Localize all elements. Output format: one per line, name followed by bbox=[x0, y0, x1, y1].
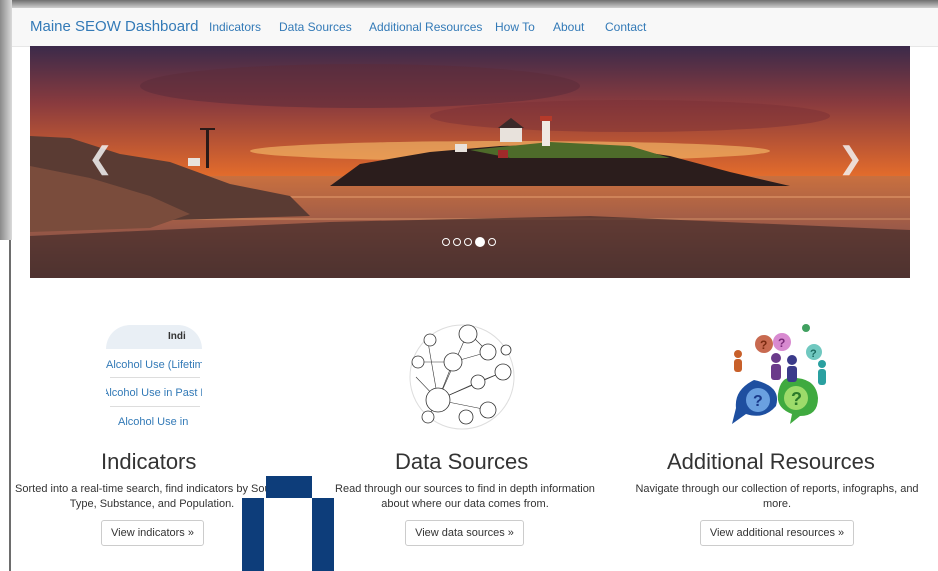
indicators-thumbnail: Indi Alcohol Use (Lifetim Alcohol Use in… bbox=[106, 325, 202, 430]
svg-text:?: ? bbox=[810, 348, 817, 360]
svg-text:?: ? bbox=[778, 336, 785, 350]
window-shadow-top bbox=[0, 0, 938, 8]
nav-link-how-to[interactable]: How To bbox=[495, 20, 535, 34]
view-data-sources-button[interactable]: View data sources » bbox=[405, 520, 524, 546]
chevron-right-icon[interactable]: ❯ bbox=[838, 144, 863, 174]
thumbnail-header: Indi bbox=[106, 325, 202, 349]
indicators-heading: Indicators bbox=[101, 449, 197, 474]
data-sources-description: Read through our sources to find in dept… bbox=[335, 483, 595, 510]
nav-link-about[interactable]: About bbox=[553, 20, 584, 34]
left-border-line bbox=[9, 240, 11, 571]
carousel-dot[interactable] bbox=[464, 238, 472, 246]
svg-text:?: ? bbox=[760, 338, 767, 352]
thumbnail-row: Alcohol Use (Lifetim bbox=[106, 359, 202, 371]
additional-resources-heading: Additional Resources bbox=[667, 449, 875, 474]
nav-link-additional-resources[interactable]: Additional Resources bbox=[369, 20, 482, 34]
divider bbox=[110, 377, 200, 378]
overlay-block-graphic bbox=[242, 476, 334, 571]
view-additional-resources-button[interactable]: View additional resources » bbox=[700, 520, 854, 546]
chevron-left-icon[interactable]: ❮ bbox=[88, 144, 113, 174]
window-shadow-left bbox=[0, 0, 12, 240]
additional-resources-description: Navigate through our collection of repor… bbox=[635, 483, 919, 510]
thumbnail-header-text: Indi bbox=[168, 331, 186, 342]
people-question-icon: ? ? ? ? ? bbox=[732, 324, 826, 424]
nav-link-contact[interactable]: Contact bbox=[605, 20, 646, 34]
carousel-indicators bbox=[442, 237, 496, 247]
thumbnail-row: Alcohol Use in Past M bbox=[106, 387, 202, 399]
brand-link[interactable]: Maine SEOW Dashboard bbox=[30, 18, 198, 35]
divider bbox=[110, 406, 200, 407]
svg-text:?: ? bbox=[791, 389, 802, 409]
carousel-dot-active[interactable] bbox=[475, 237, 485, 247]
carousel-dot[interactable] bbox=[442, 238, 450, 246]
carousel-dot[interactable] bbox=[453, 238, 461, 246]
hero-carousel: ❮ ❯ bbox=[30, 46, 910, 278]
top-navbar: Maine SEOW Dashboard Indicators Data Sou… bbox=[12, 8, 938, 47]
network-diagram-icon bbox=[409, 324, 515, 430]
thumbnail-row: Alcohol Use in bbox=[118, 416, 189, 428]
view-indicators-button[interactable]: View indicators » bbox=[101, 520, 204, 546]
svg-text:?: ? bbox=[753, 393, 763, 410]
nav-link-indicators[interactable]: Indicators bbox=[209, 20, 261, 34]
data-sources-heading: Data Sources bbox=[395, 449, 529, 474]
nav-link-data-sources[interactable]: Data Sources bbox=[279, 20, 352, 34]
carousel-dot[interactable] bbox=[488, 238, 496, 246]
